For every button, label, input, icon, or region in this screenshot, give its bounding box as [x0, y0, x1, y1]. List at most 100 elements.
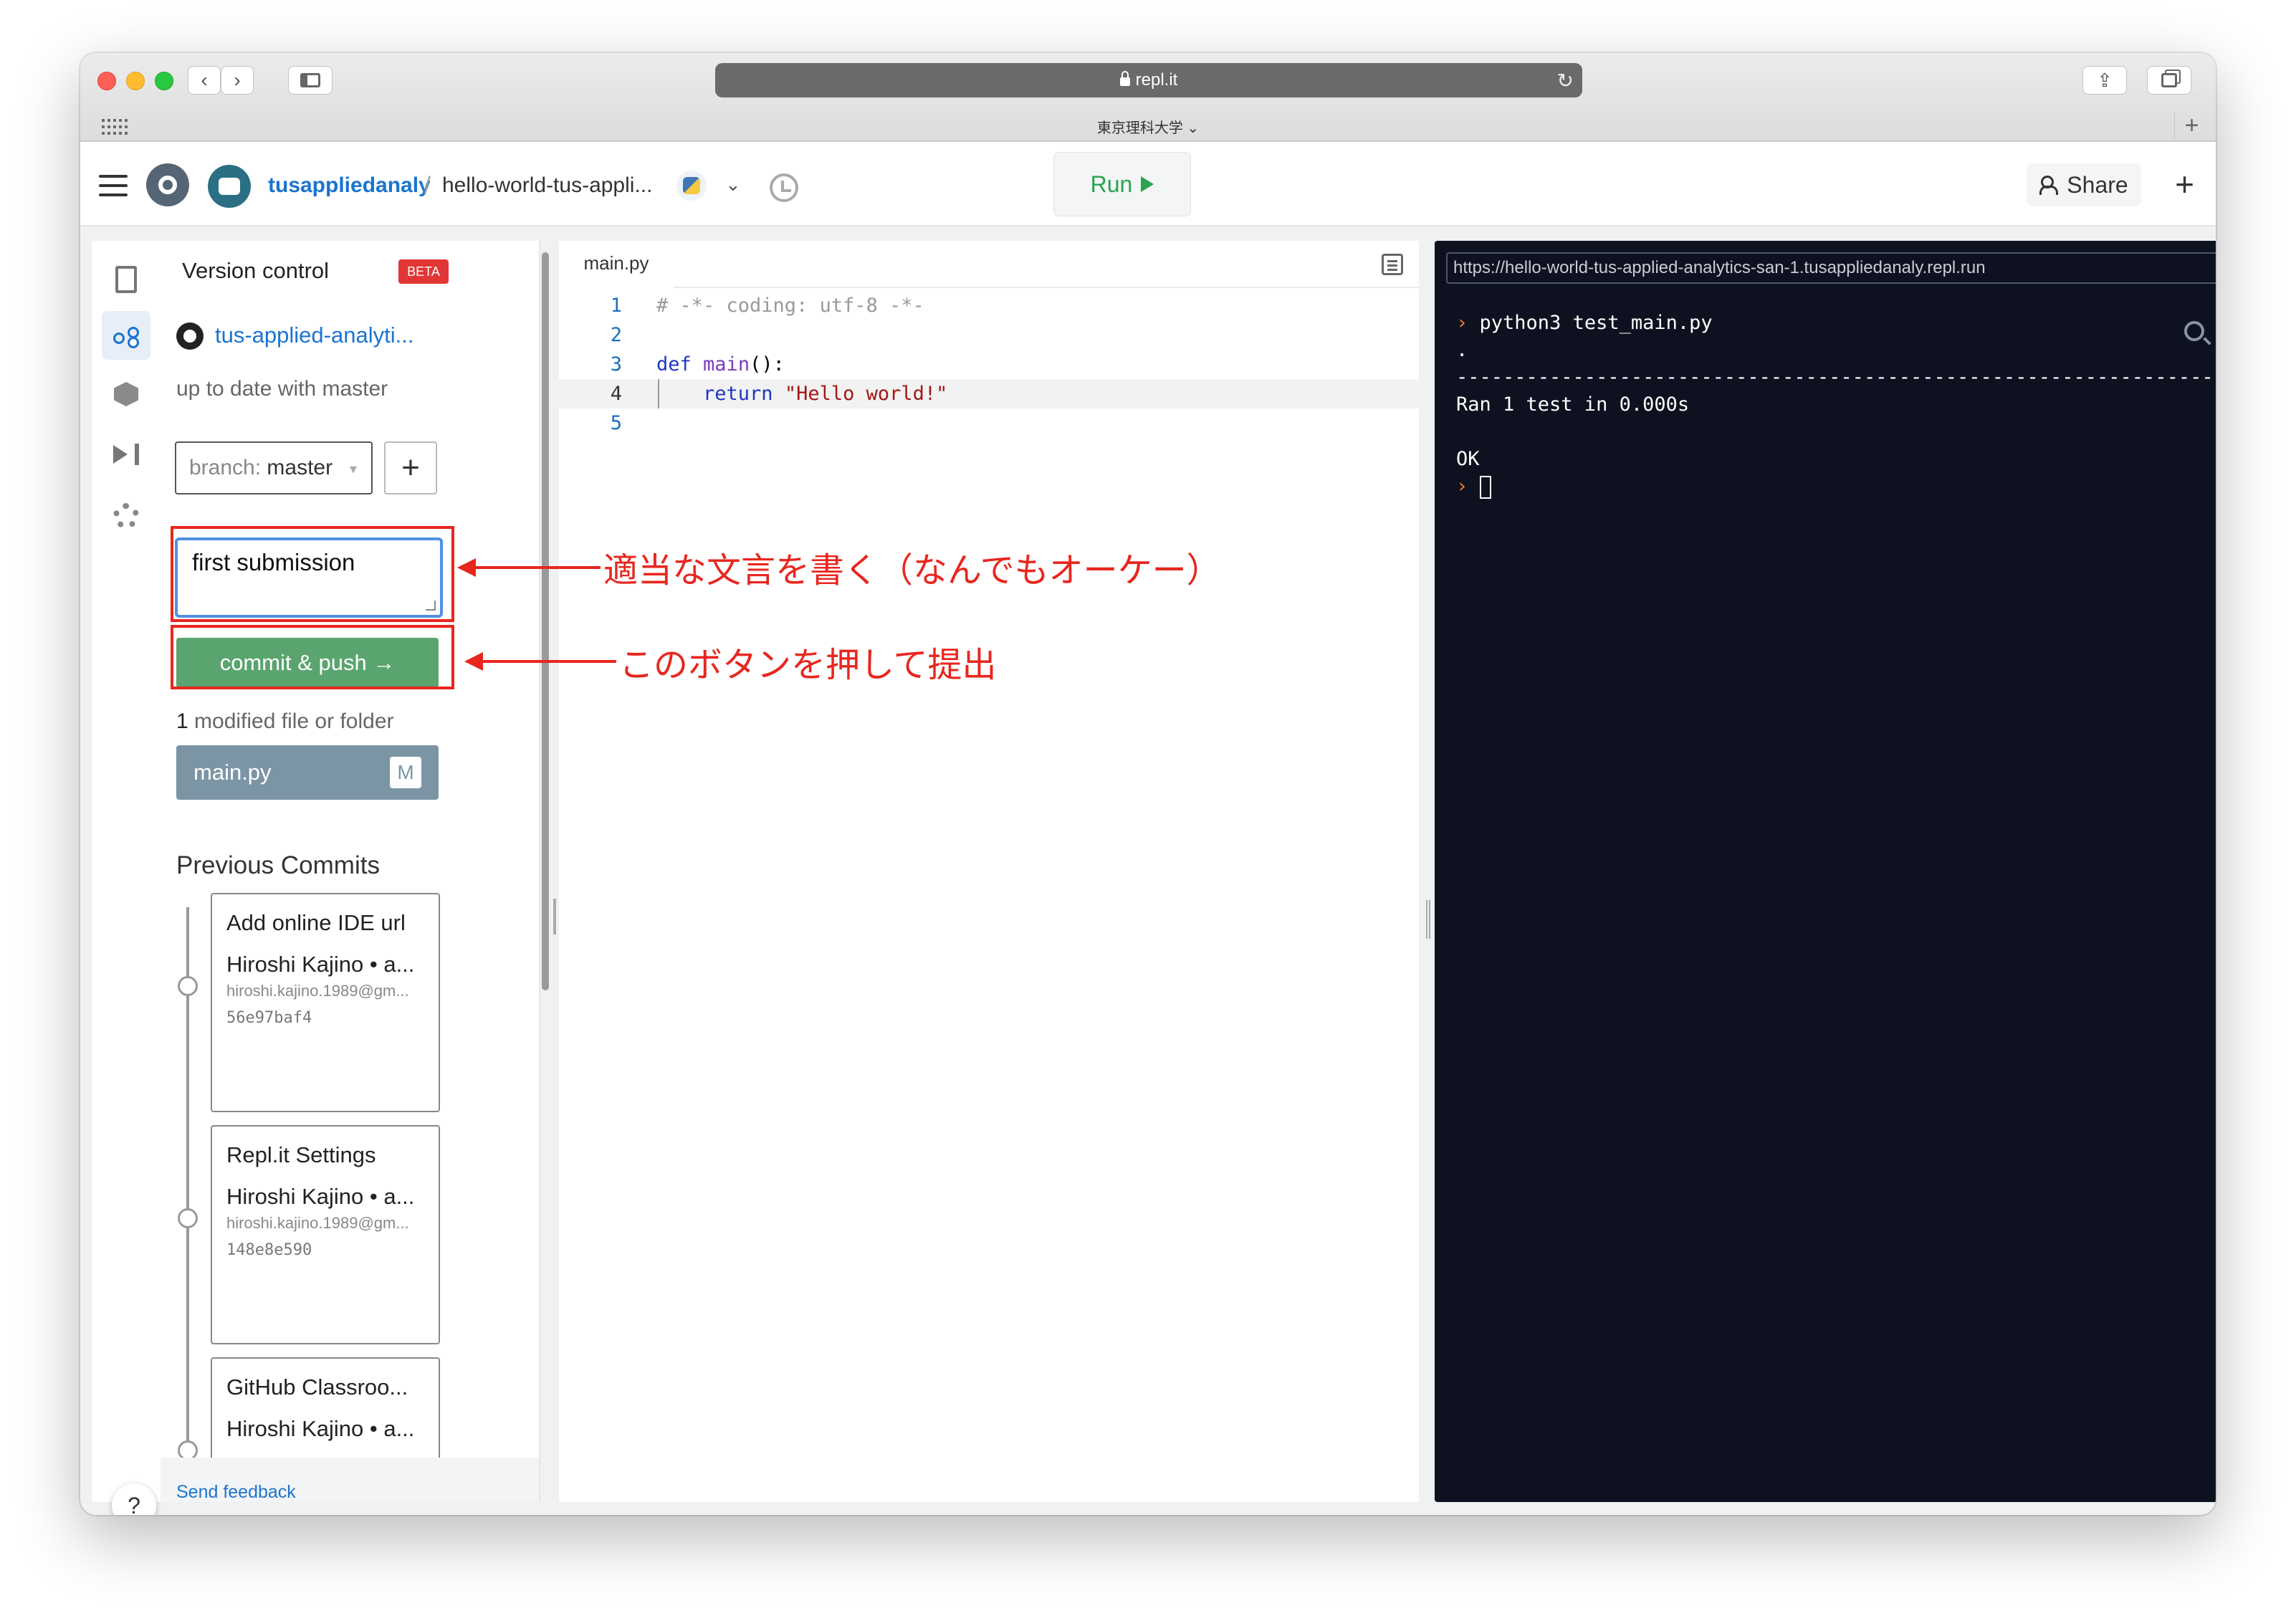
run-button[interactable]: Run [1053, 152, 1191, 216]
terminal-result: Ran 1 test in 0.000s [1456, 393, 1690, 416]
minimize-window-button[interactable] [126, 72, 145, 90]
code-function: main [703, 353, 750, 376]
repl-url-field[interactable]: https://hello-world-tus-applied-analytic… [1446, 252, 2216, 284]
history-icon[interactable] [770, 173, 798, 202]
breadcrumb-separator: / [424, 172, 431, 198]
commit-title: Repl.it Settings [226, 1142, 376, 1167]
address-text: repl.it [1135, 70, 1178, 90]
modified-badge: M [390, 757, 421, 788]
add-user-icon [2039, 176, 2061, 195]
branch-label: branch: [189, 456, 262, 479]
replit-logo[interactable] [146, 163, 189, 206]
chevron-down-icon[interactable]: ⌄ [725, 173, 741, 196]
annotation-arrow-line [473, 566, 601, 569]
package-icon [114, 382, 138, 406]
modified-count: 1 [176, 709, 188, 733]
console-panel[interactable]: https://hello-world-tus-applied-analytic… [1435, 241, 2216, 1502]
timeline-dot [178, 976, 198, 996]
new-branch-button[interactable]: + [384, 441, 437, 494]
chevron-down-icon: ▾ [349, 462, 357, 477]
terminal-dot: . [1456, 339, 1468, 361]
close-window-button[interactable] [97, 72, 116, 90]
terminal-command: python3 test_main.py [1479, 312, 1713, 334]
share-button[interactable]: Share [2027, 163, 2141, 206]
line-number: 5 [610, 412, 622, 434]
prompt-symbol: › [1456, 475, 1468, 497]
sidebar-item-version-control[interactable] [102, 311, 150, 360]
editor-menu-icon[interactable] [1382, 254, 1403, 275]
commit-card[interactable]: Repl.it Settings Hiroshi Kajino • a... h… [211, 1125, 440, 1344]
version-control-panel: Version control BETA tus-applied-analyti… [161, 241, 540, 1502]
modified-summary: 1 modified file or folder [176, 709, 394, 734]
lock-icon [1119, 71, 1130, 86]
prompt-symbol: › [1456, 312, 1468, 334]
branch-select[interactable]: branch: master ▾ [175, 441, 373, 494]
terminal-ok: OK [1456, 448, 1480, 470]
commit-author: Hiroshi Kajino • a... [226, 1416, 415, 1441]
commit-hash: 56e97baf4 [226, 1009, 312, 1027]
menu-icon[interactable] [99, 175, 128, 196]
chevron-left-icon: ‹ [201, 69, 208, 91]
debugger-icon [113, 444, 139, 465]
sidebar-item-files[interactable] [102, 255, 150, 304]
code-comment: # -*- coding: utf-8 -*- [656, 295, 924, 317]
line-number: 3 [610, 353, 622, 376]
repl-header: tusappliedanaly / hello-world-tus-appli.… [80, 142, 2216, 226]
help-button[interactable]: ? [112, 1483, 156, 1515]
code-line: 2 [559, 320, 1419, 350]
commit-card[interactable]: Add online IDE url Hiroshi Kajino • a...… [211, 893, 440, 1112]
code-line-current: 4 return "Hello world!" [559, 379, 1419, 408]
modified-file-item[interactable]: main.py M [176, 745, 439, 800]
panel-resize-handle[interactable] [553, 899, 556, 934]
code-punct: (): [750, 353, 785, 376]
commit-hash: 148e8e590 [226, 1241, 312, 1259]
back-button[interactable]: ‹ [188, 66, 221, 95]
repo-link[interactable]: tus-applied-analyti... [215, 322, 413, 348]
project-name[interactable]: hello-world-tus-appli... [442, 173, 652, 198]
panel-scrollbar[interactable] [542, 252, 549, 990]
code-editor[interactable]: main.py 1 # -*- coding: utf-8 -*- 2 3 def … [559, 241, 1419, 1502]
browser-window: ‹ › repl.it ↻ ⇪ 東京理科大学 ⌄ + tusappliedana… [80, 53, 2216, 1515]
modified-file-name: main.py [193, 760, 272, 785]
address-bar[interactable]: repl.it ↻ [715, 63, 1582, 97]
send-feedback-link[interactable]: Send feedback [176, 1482, 296, 1503]
chevron-right-icon: › [234, 69, 241, 91]
zoom-window-button[interactable] [155, 72, 173, 90]
forward-button[interactable]: › [221, 66, 254, 95]
sidebar-item-settings[interactable] [102, 492, 150, 540]
reload-icon[interactable]: ↻ [1557, 69, 1574, 92]
sidebar-toggle-button[interactable] [288, 66, 333, 95]
play-icon [1141, 176, 1154, 192]
sidebar-item-debugger[interactable] [102, 430, 150, 479]
add-button[interactable]: + [2175, 166, 2194, 202]
tab-divider [674, 287, 1419, 288]
sidebar-item-packages[interactable] [102, 370, 150, 419]
browser-tab[interactable]: 東京理科大学 ⌄ [80, 110, 2216, 142]
gear-icon [113, 503, 139, 529]
file-icon [115, 266, 137, 293]
version-control-icon [113, 327, 139, 344]
code-keyword: return [703, 383, 773, 405]
tabs-overview-button[interactable] [2147, 66, 2191, 95]
code-string: "Hello world!" [784, 383, 948, 405]
sync-status: up to date with master [176, 377, 388, 401]
sidebar-icon [300, 73, 320, 87]
sidebar-rail: ? [92, 241, 161, 1515]
tab-main-py[interactable]: main.py [559, 241, 674, 288]
code-area[interactable]: 1 # -*- coding: utf-8 -*- 2 3 def main(): … [559, 291, 1419, 438]
annotation-button-note: このボタンを押して提出 [619, 645, 997, 685]
username-link[interactable]: tusappliedanaly [268, 173, 431, 198]
commit-author: Hiroshi Kajino • a... [226, 1184, 415, 1209]
run-label: Run [1090, 171, 1133, 197]
line-number: 4 [610, 383, 622, 405]
share-page-button[interactable]: ⇪ [2082, 66, 2127, 95]
editor-resize-handle[interactable] [1426, 900, 1430, 939]
tabs-icon [2161, 73, 2177, 87]
code-line: 5 [559, 408, 1419, 438]
new-tab-button[interactable]: + [2174, 112, 2209, 139]
python-icon[interactable] [676, 171, 707, 201]
commit-email: hiroshi.kajino.1989@gm... [226, 1214, 409, 1232]
code-line: 1 # -*- coding: utf-8 -*- [559, 291, 1419, 320]
terminal-cursor[interactable] [1479, 475, 1491, 499]
avatar[interactable] [208, 165, 251, 208]
